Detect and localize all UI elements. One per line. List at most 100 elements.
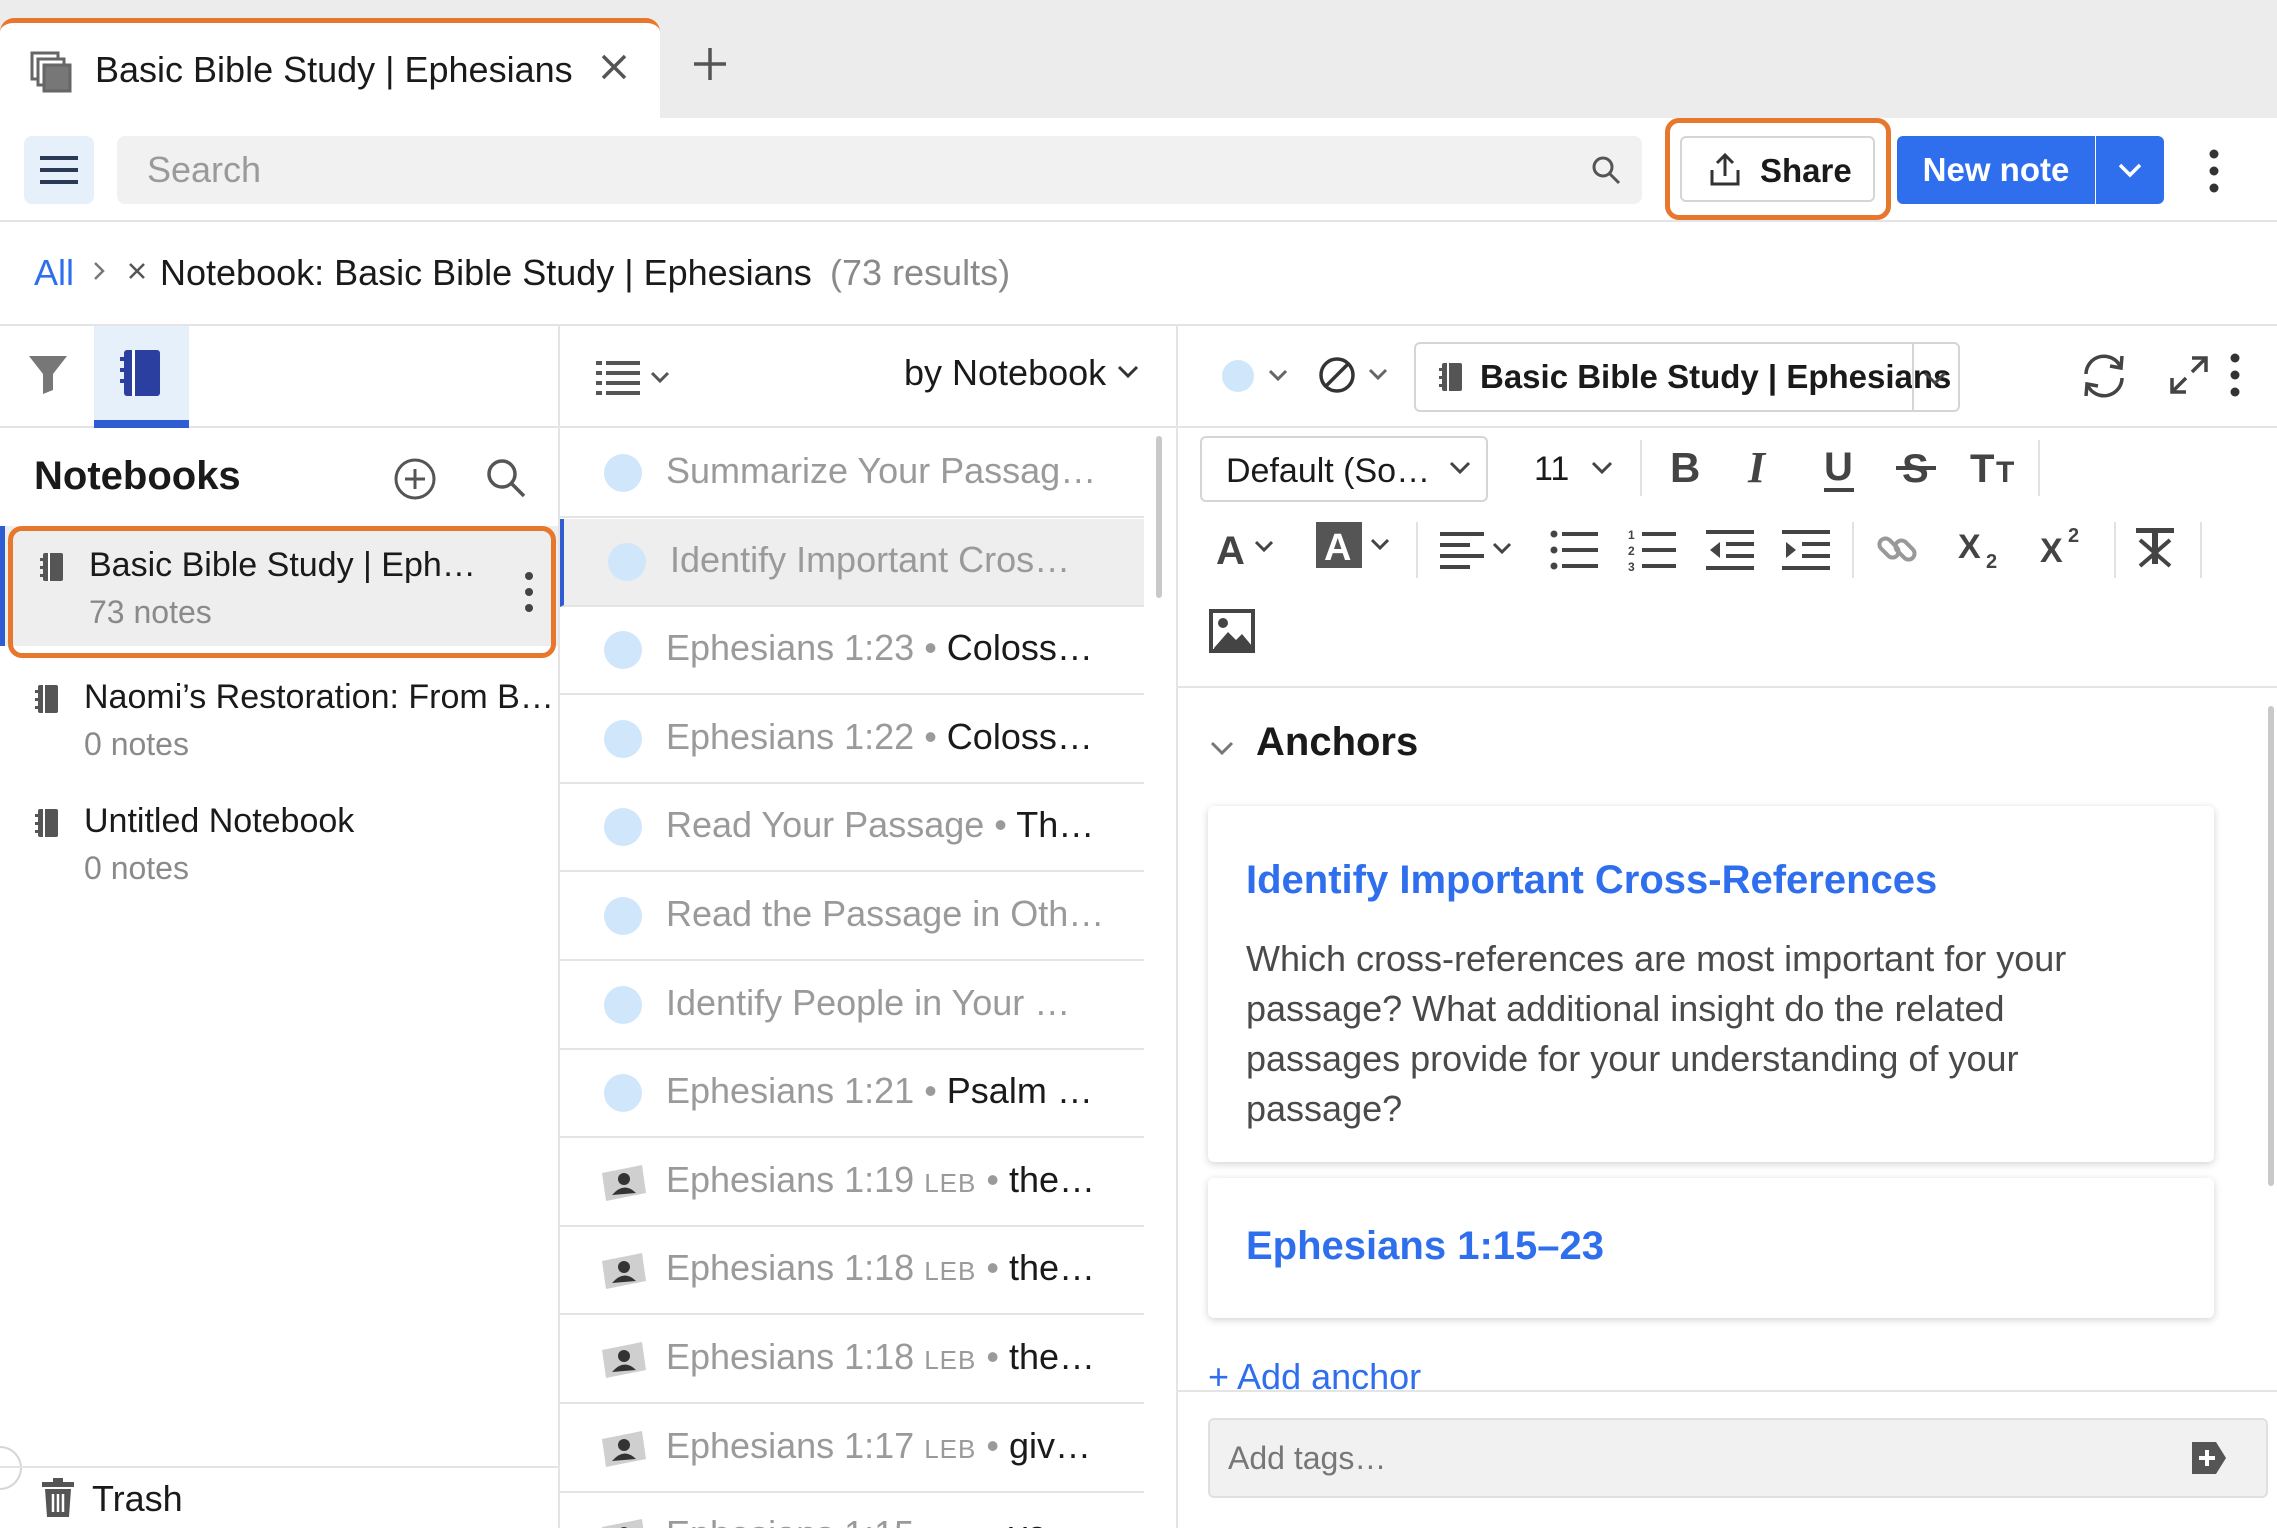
- subscript-icon[interactable]: X2: [1958, 522, 2008, 572]
- bullet-list-icon[interactable]: [1550, 528, 1598, 572]
- numbered-list-icon[interactable]: 1 2 3: [1628, 528, 1676, 572]
- anchor-card[interactable]: Ephesians 1:15–23: [1208, 1178, 2214, 1318]
- new-note-dropdown[interactable]: [2096, 136, 2164, 204]
- expand-icon[interactable]: [2166, 352, 2212, 398]
- list-item[interactable]: Ephesians 1:15 LEB • yo…: [560, 1493, 1144, 1528]
- hamburger-icon[interactable]: [24, 136, 94, 204]
- new-note-button[interactable]: New note: [1897, 136, 2095, 204]
- align-icon[interactable]: [1440, 528, 1520, 572]
- search-icon[interactable]: [1590, 154, 1622, 186]
- notebook-item[interactable]: Untitled Notebook 0 notes: [0, 782, 558, 902]
- notebooks-heading: Notebooks: [34, 454, 241, 498]
- highlight-color-icon[interactable]: A: [1316, 520, 1406, 574]
- list-view-icon[interactable]: [596, 358, 678, 398]
- superscript-icon[interactable]: X2: [2040, 522, 2090, 572]
- underline-icon[interactable]: U: [1820, 442, 1858, 496]
- sync-icon[interactable]: [2078, 350, 2130, 402]
- list-item[interactable]: Ephesians 1:17 LEB • giv…: [560, 1405, 1144, 1493]
- text-color-icon[interactable]: A: [1216, 524, 1280, 574]
- indent-icon[interactable]: [1782, 528, 1830, 572]
- kebab-icon[interactable]: [2228, 352, 2242, 398]
- note-title: Ephesians 1:19: [666, 1158, 915, 1200]
- italic-icon[interactable]: I: [1744, 442, 1780, 492]
- separator: •: [914, 715, 947, 757]
- insert-image-icon[interactable]: [1208, 608, 1256, 654]
- tab-notebooks[interactable]: [94, 326, 189, 428]
- svg-text:A: A: [1324, 527, 1351, 569]
- notebook-title: Naomi’s Restoration: From B…: [84, 678, 554, 716]
- trash-label: Trash: [92, 1478, 183, 1519]
- note-row-text: Ephesians 1:19 LEB • the…: [666, 1159, 1136, 1201]
- svg-text:T: T: [1970, 447, 1994, 491]
- list-item[interactable]: Ephesians 1:22 • Coloss…: [560, 696, 1144, 784]
- notebook-icon: [118, 348, 164, 398]
- outdent-icon[interactable]: [1706, 528, 1754, 572]
- anchor-title-link[interactable]: Identify Important Cross-References: [1246, 858, 1937, 903]
- note-color-dot: [608, 542, 646, 581]
- search-icon[interactable]: [484, 456, 528, 500]
- note-color-picker[interactable]: [1220, 356, 1296, 396]
- plus-icon[interactable]: [692, 46, 728, 82]
- note-title: Read the Passage in Oth…: [666, 893, 1105, 934]
- note-color-dot: [604, 897, 642, 935]
- search-input[interactable]: [147, 136, 1547, 204]
- tags-input[interactable]: [1228, 1420, 2128, 1496]
- list-item[interactable]: Ephesians 1:21 • Psalm …: [560, 1050, 1144, 1139]
- note-color-dot: [604, 454, 642, 492]
- strikethrough-icon[interactable]: S: [1896, 442, 1936, 492]
- notebooks-tab-icon: [30, 51, 72, 93]
- note-title: Ephesians 1:22: [666, 715, 915, 757]
- notebook-icon: [34, 684, 60, 714]
- list-item[interactable]: Read Your Passage • Th…: [560, 784, 1144, 873]
- svg-text:2: 2: [1986, 551, 1997, 572]
- list-item[interactable]: Identify Important Cros…: [560, 518, 1144, 607]
- format-toolbar-row: [1178, 604, 2277, 674]
- chevron-down-icon[interactable]: [1208, 738, 1236, 758]
- note-snippet: Th…: [1016, 804, 1095, 846]
- trash-row[interactable]: Trash: [0, 1466, 558, 1528]
- font-family-select[interactable]: Default (So…: [1200, 436, 1488, 502]
- notebook-select[interactable]: Basic Bible Study | Ephesians: [1414, 342, 1960, 412]
- notebook-count: 0 notes: [84, 726, 189, 762]
- filter-icon[interactable]: [26, 352, 70, 396]
- text-size-icon[interactable]: TT: [1970, 442, 2026, 492]
- note-title: Identify People in Your …: [666, 981, 1071, 1023]
- tag-add-icon[interactable]: [2188, 1438, 2228, 1478]
- list-item[interactable]: Read the Passage in Oth…: [560, 873, 1144, 961]
- close-icon[interactable]: [598, 51, 630, 83]
- list-scrollbar[interactable]: [1156, 436, 1162, 598]
- note-row-text: Ephesians 1:23 • Coloss…: [666, 627, 1136, 669]
- anchor-card[interactable]: Identify Important Cross-References Whic…: [1208, 806, 2214, 1162]
- editor-scrollbar[interactable]: [2268, 706, 2274, 1186]
- add-anchor-link[interactable]: + Add anchor: [1208, 1356, 1421, 1392]
- share-button[interactable]: Share: [1680, 136, 1875, 202]
- list-item[interactable]: Ephesians 1:23 • Coloss…: [560, 607, 1144, 696]
- kebab-icon[interactable]: [2207, 148, 2221, 194]
- notebook-item[interactable]: Naomi’s Restoration: From B… 0 notes: [0, 658, 558, 778]
- remove-filter-icon[interactable]: [128, 262, 146, 280]
- list-item[interactable]: Ephesians 1:18 LEB • the…: [560, 1227, 1144, 1316]
- font-size-select[interactable]: 11: [1534, 450, 1569, 489]
- list-item[interactable]: Summarize Your Passag…: [560, 430, 1144, 518]
- block-icon[interactable]: [1316, 354, 1396, 396]
- tab-title: Basic Bible Study | Ephesians: [95, 49, 573, 90]
- note-title: Read Your Passage: [666, 804, 985, 846]
- anchor-reference-link[interactable]: Ephesians 1:15–23: [1246, 1224, 1604, 1269]
- sort-dropdown[interactable]: by Notebook: [904, 352, 1106, 394]
- toolbar-divider: [2114, 522, 2116, 578]
- add-circle-icon[interactable]: [392, 456, 438, 502]
- bold-icon[interactable]: B: [1668, 442, 1704, 492]
- tab-notebook[interactable]: Basic Bible Study | Ephesians: [0, 18, 660, 118]
- note-color-dot: [604, 631, 642, 670]
- clear-format-icon[interactable]: [2132, 524, 2178, 570]
- anchors-heading: Anchors: [1256, 720, 1419, 764]
- list-item[interactable]: Ephesians 1:18 LEB • the…: [560, 1316, 1144, 1404]
- list-item[interactable]: Identify People in Your …: [560, 962, 1144, 1050]
- select-divider: [1912, 344, 1914, 410]
- svg-text:A: A: [1216, 529, 1245, 573]
- note-row-text: Ephesians 1:15 LEB • yo…: [666, 1513, 1136, 1528]
- list-item[interactable]: Ephesians 1:19 LEB • the…: [560, 1139, 1144, 1227]
- breadcrumb-all-link[interactable]: All: [34, 252, 74, 294]
- link-icon[interactable]: [1874, 526, 1920, 572]
- chevron-right-icon: [92, 260, 106, 282]
